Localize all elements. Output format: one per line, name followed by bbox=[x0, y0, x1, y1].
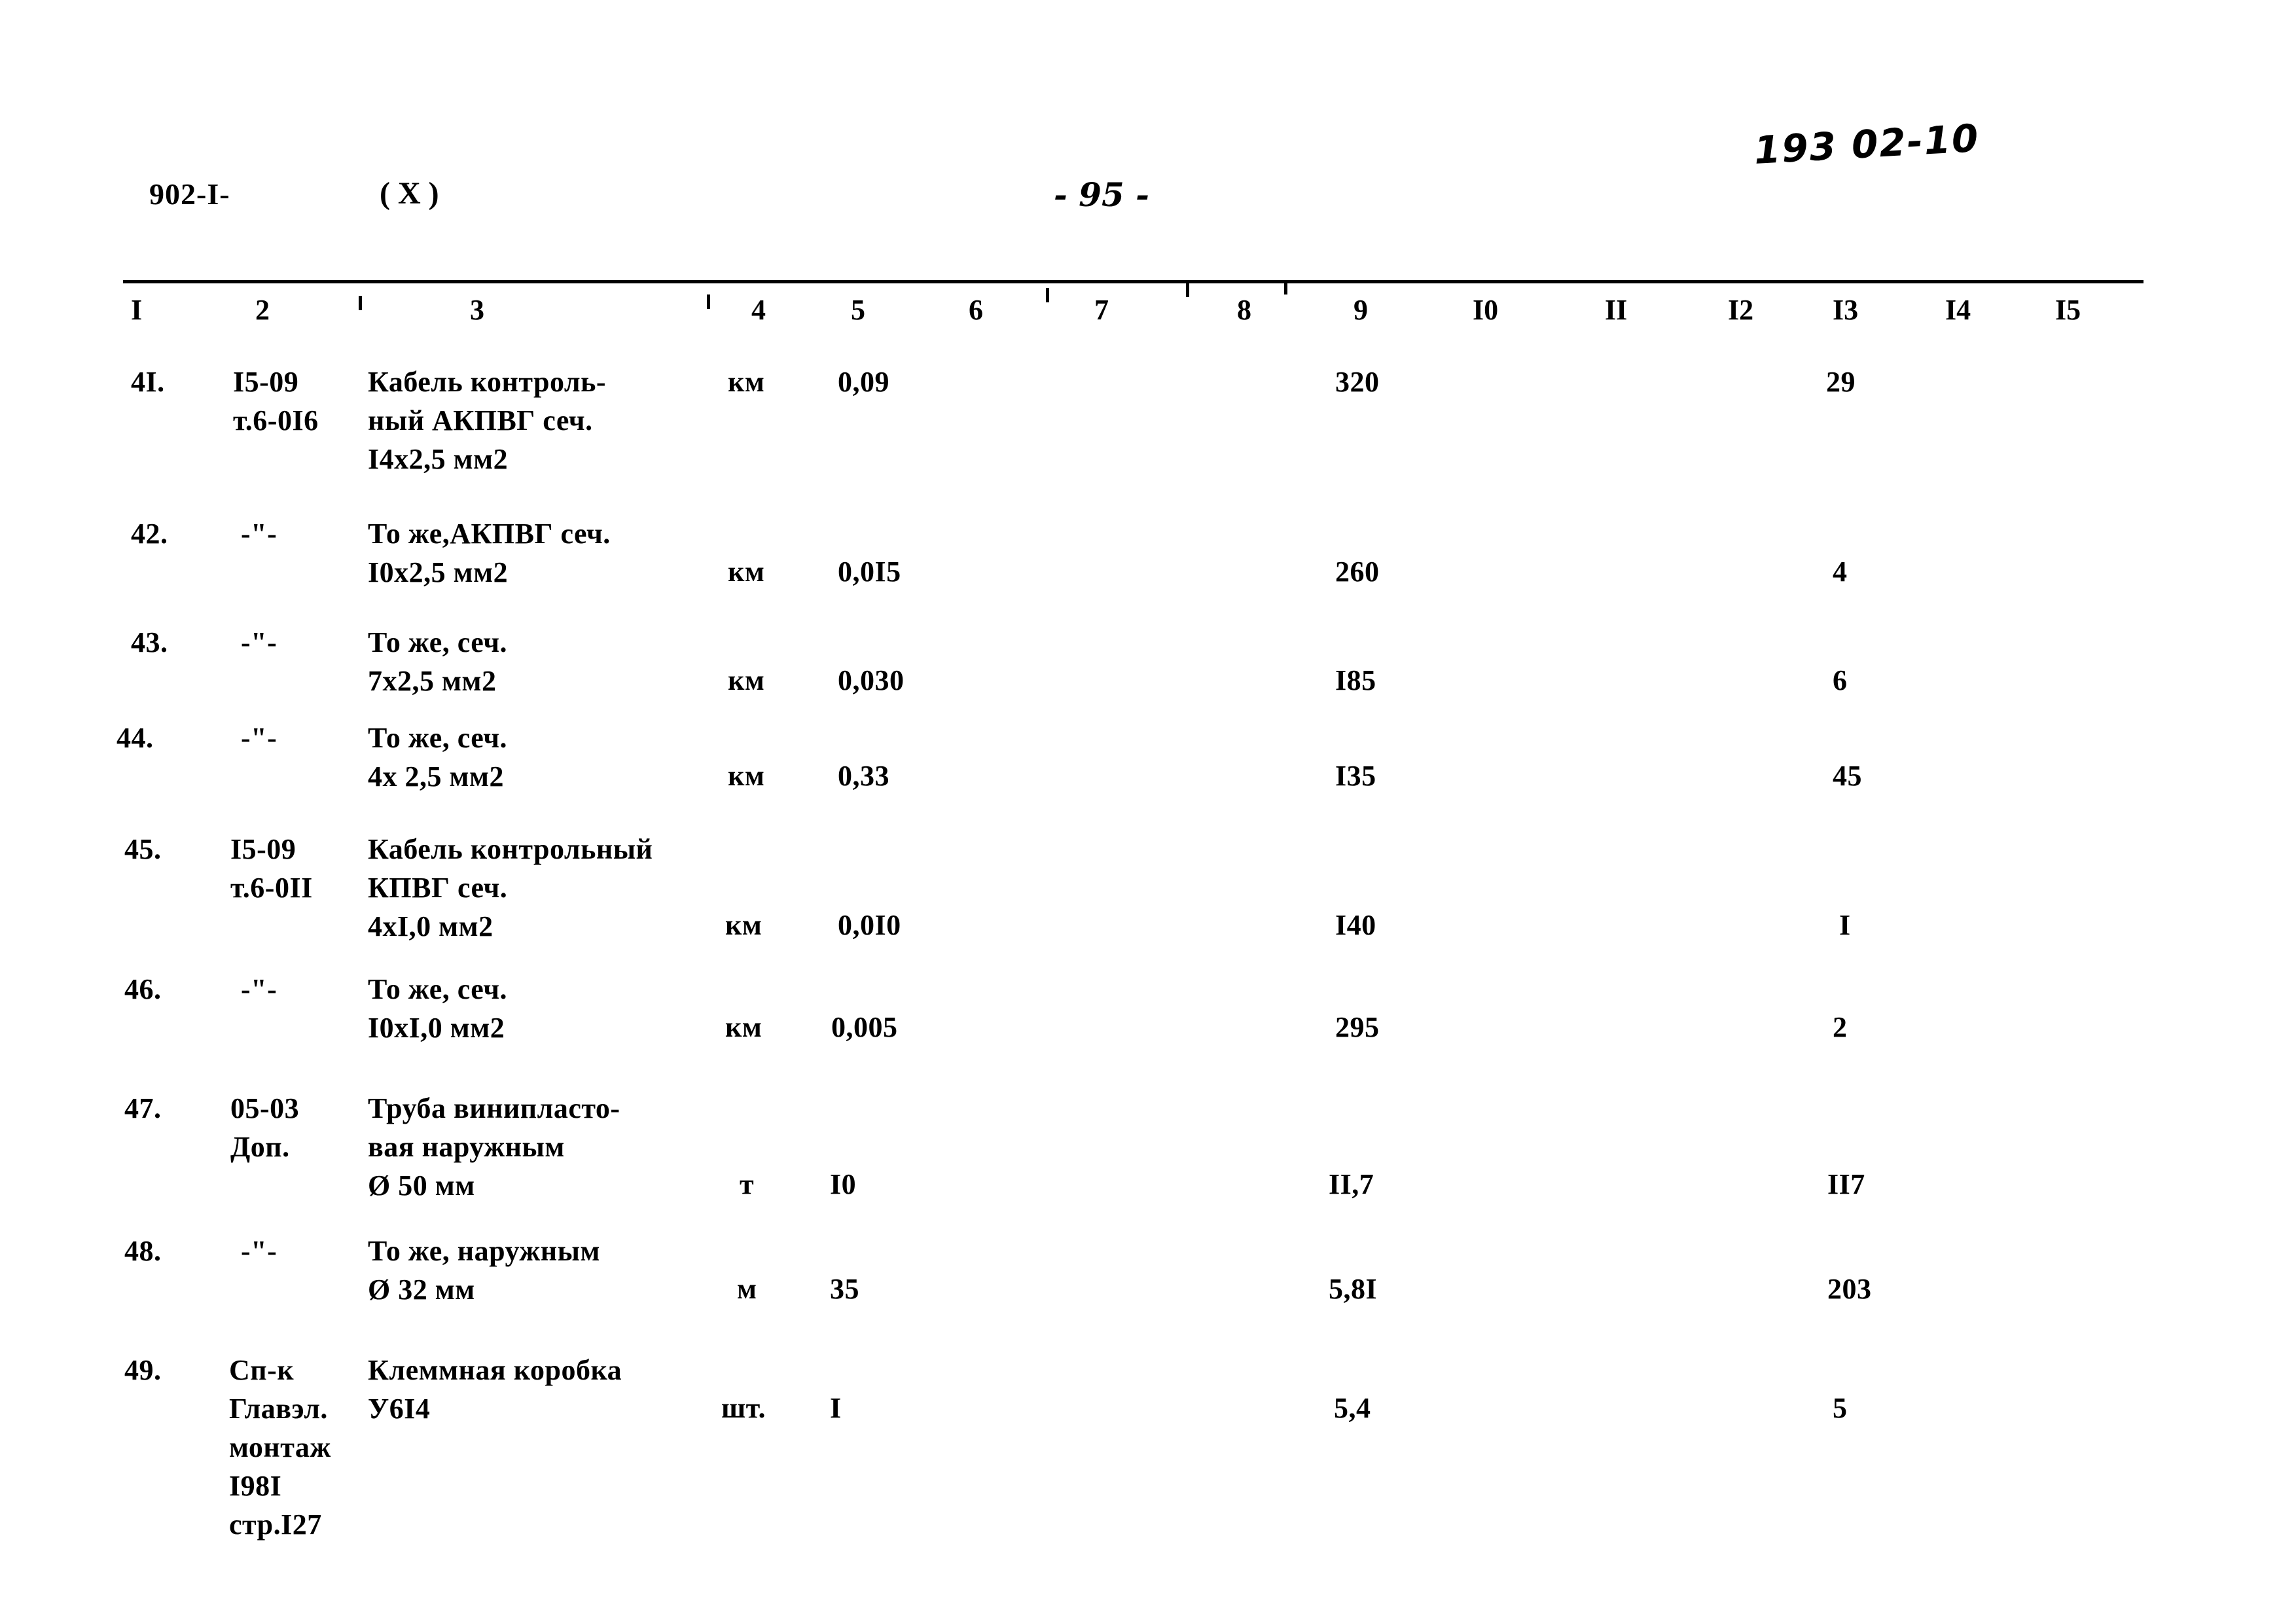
table-row-col9: I40 bbox=[1335, 909, 1376, 941]
table-row-qty: 0,030 bbox=[838, 664, 905, 696]
table-row-col13: I bbox=[1839, 909, 1851, 941]
column-header-6: 6 bbox=[969, 294, 983, 326]
table-row-unit: км bbox=[725, 909, 762, 941]
table-row-unit: км bbox=[728, 366, 765, 398]
table-row-col13: 4 bbox=[1833, 556, 1848, 588]
column-header-1: I bbox=[131, 294, 143, 326]
table-row-code: -"- bbox=[241, 1235, 278, 1267]
table-row-name: Кабель контроль- ный АКПВГ сеч. I4x2,5 м… bbox=[368, 366, 606, 475]
table-row-col13: 45 bbox=[1833, 760, 1862, 792]
table-row-qty: 0,0I5 bbox=[838, 556, 901, 588]
column-header-3: 3 bbox=[470, 294, 484, 326]
table-row-col13: 29 bbox=[1826, 366, 1856, 398]
table-row-col9: 5,8I bbox=[1329, 1273, 1378, 1305]
table-row-code: -"- bbox=[241, 518, 278, 550]
table-row-unit: м bbox=[737, 1273, 757, 1305]
column-header-4: 4 bbox=[751, 294, 766, 326]
table-row-name: Труба винипласто- вая наружным Ø 50 мм bbox=[368, 1092, 620, 1202]
table-row-name: То же, сеч. 4x 2,5 мм2 bbox=[368, 722, 508, 793]
column-header-11: II bbox=[1605, 294, 1628, 326]
page-number: - 95 - bbox=[1054, 175, 1149, 214]
table-row-num: 43. bbox=[131, 626, 168, 658]
document-variant: ( X ) bbox=[380, 176, 439, 211]
table-row-name: Клеммная коробка У6I4 bbox=[368, 1354, 622, 1425]
table-row-name: Кабель контрольный КПВГ сеч. 4xI,0 мм2 bbox=[368, 833, 653, 942]
table-row-name: То же, наружным Ø 32 мм bbox=[368, 1235, 600, 1306]
column-header-13: I3 bbox=[1833, 294, 1859, 326]
table-row-num: 48. bbox=[124, 1235, 162, 1267]
document-code: 902-I- bbox=[149, 177, 230, 211]
table-row-unit: км bbox=[728, 556, 765, 588]
scan-tick-icon bbox=[1046, 288, 1049, 302]
table-row-name: То же, сеч. I0xI,0 мм2 bbox=[368, 973, 508, 1044]
table-row-code: 05-03 Доп. bbox=[230, 1092, 300, 1163]
scan-tick-icon bbox=[1186, 283, 1189, 297]
table-row-qty: I0 bbox=[830, 1168, 857, 1200]
column-header-9: 9 bbox=[1354, 294, 1368, 326]
table-row-code: I5-09 т.6-0II bbox=[230, 833, 313, 904]
table-row-code: -"- bbox=[241, 626, 278, 658]
table-row-col13: 203 bbox=[1827, 1273, 1872, 1305]
column-header-10: I0 bbox=[1473, 294, 1499, 326]
table-row-unit: км bbox=[728, 664, 765, 696]
table-row-qty: I bbox=[830, 1392, 842, 1424]
table-row-unit: км bbox=[728, 760, 765, 792]
table-row-num: 42. bbox=[131, 518, 168, 550]
handwritten-annotation: 193 02-10 bbox=[1753, 115, 1981, 173]
table-row-qty: 0,0I0 bbox=[838, 909, 901, 941]
table-row-col13: 2 bbox=[1833, 1011, 1848, 1043]
table-row-num: 49. bbox=[124, 1354, 162, 1386]
table-row-col9: 5,4 bbox=[1334, 1392, 1371, 1424]
column-header-7: 7 bbox=[1094, 294, 1109, 326]
table-row-col13: 5 bbox=[1833, 1392, 1848, 1424]
column-header-12: I2 bbox=[1728, 294, 1754, 326]
table-row-name: То же, сеч. 7x2,5 мм2 bbox=[368, 626, 508, 697]
table-row-col9: I85 bbox=[1335, 664, 1376, 696]
table-row-unit: т bbox=[740, 1168, 755, 1200]
table-row-name: То же,АКПВГ сеч. I0x2,5 мм2 bbox=[368, 518, 611, 588]
table-row-qty: 0,33 bbox=[838, 760, 889, 792]
table-row-col9: 260 bbox=[1335, 556, 1380, 588]
scan-tick-icon bbox=[1284, 280, 1287, 294]
table-row-code: -"- bbox=[241, 973, 278, 1005]
table-row-num: 47. bbox=[124, 1092, 162, 1124]
table-row-col9: I35 bbox=[1335, 760, 1376, 792]
table-row-col13: II7 bbox=[1827, 1168, 1865, 1200]
scan-tick-icon bbox=[707, 294, 710, 309]
column-header-8: 8 bbox=[1237, 294, 1251, 326]
table-row-col9: 320 bbox=[1335, 366, 1380, 398]
scanned-page: 902-I- ( X ) - 95 - 193 02-10 I 2 3 4 5 … bbox=[0, 0, 2296, 1623]
table-row-num: 46. bbox=[124, 973, 162, 1005]
column-header-2: 2 bbox=[255, 294, 270, 326]
table-row-qty: 0,005 bbox=[831, 1011, 898, 1043]
table-row-unit: шт. bbox=[721, 1392, 766, 1424]
column-header-14: I4 bbox=[1945, 294, 1971, 326]
table-row-num: 45. bbox=[124, 833, 162, 865]
table-row-col9: 295 bbox=[1335, 1011, 1380, 1043]
header-rule bbox=[123, 280, 2144, 283]
scan-tick-icon bbox=[359, 296, 362, 310]
table-row-code: I5-09 т.6-0I6 bbox=[233, 366, 319, 437]
table-row-code: -"- bbox=[241, 722, 278, 754]
table-row-col13: 6 bbox=[1833, 664, 1848, 696]
table-row-num: 4I. bbox=[131, 366, 165, 398]
table-row-code: Сп-к Главэл. монтаж I98I стр.I27 bbox=[229, 1354, 331, 1541]
column-header-5: 5 bbox=[851, 294, 865, 326]
table-row-qty: 35 bbox=[830, 1273, 859, 1305]
table-row-unit: км bbox=[725, 1011, 762, 1043]
table-row-col9: II,7 bbox=[1329, 1168, 1374, 1200]
table-row-qty: 0,09 bbox=[838, 366, 889, 398]
table-row-num: 44. bbox=[117, 722, 154, 754]
column-header-15: I5 bbox=[2055, 294, 2081, 326]
